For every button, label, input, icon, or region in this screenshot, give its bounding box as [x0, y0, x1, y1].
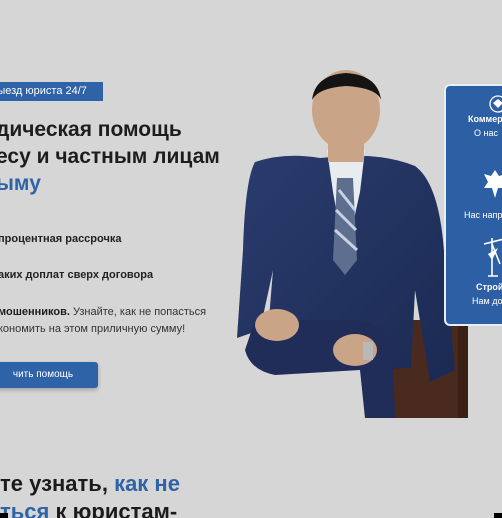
- hero-heading-line3: ыму: [0, 172, 41, 195]
- hero-badge: Выезд юриста 24/7: [0, 82, 103, 101]
- get-help-button[interactable]: чить помощь: [0, 362, 98, 388]
- hero-description: мошенников. Узнайте, как не попасться ко…: [0, 304, 206, 338]
- lawyer-photo: [237, 70, 468, 418]
- feature-no-extra-fees: аких доплат сверх договора: [0, 269, 154, 281]
- panel-item1-sub: О нас: [474, 128, 498, 138]
- hero-heading: дическая помощь есу и частным лицам ыму: [0, 116, 220, 197]
- panel-item3-title: Строй: [476, 282, 502, 292]
- hero-badge-label: Выезд юриста 24/7: [0, 85, 87, 97]
- bottom-heading-accent1: как не: [114, 471, 180, 496]
- bottom-heading: те узнать, как не ться к юристам-: [0, 470, 180, 518]
- page: Выезд юриста 24/7 дическая помощь есу и …: [0, 0, 502, 518]
- hero-heading-line1: дическая помощь: [0, 118, 182, 141]
- description-text1: Узнайте, как не попасться: [69, 306, 207, 318]
- construction-crane-icon: [483, 238, 502, 277]
- corner-mark-left: [0, 513, 8, 518]
- eagle-emblem-icon: [489, 95, 502, 113]
- description-bold: мошенников.: [0, 306, 70, 318]
- bottom-heading-part1: те узнать,: [0, 471, 115, 496]
- hero-heading-line2: есу и частным лицам: [0, 145, 220, 168]
- panel-item1-title: Коммер: [468, 114, 502, 124]
- description-text2: кономить на этом приличную сумму!: [0, 323, 186, 335]
- corner-mark-right: [494, 513, 502, 518]
- partners-panel[interactable]: Коммер О нас Нас напр Строй Нам до: [444, 84, 502, 326]
- bottom-heading-part2: к юристам-: [49, 499, 178, 518]
- panel-item2-title: Нас напр: [464, 210, 502, 220]
- feature-installment: процентная рассрочка: [0, 233, 122, 245]
- eagle-emblem-icon: [484, 170, 502, 198]
- panel-item3-sub: Нам до: [472, 296, 502, 306]
